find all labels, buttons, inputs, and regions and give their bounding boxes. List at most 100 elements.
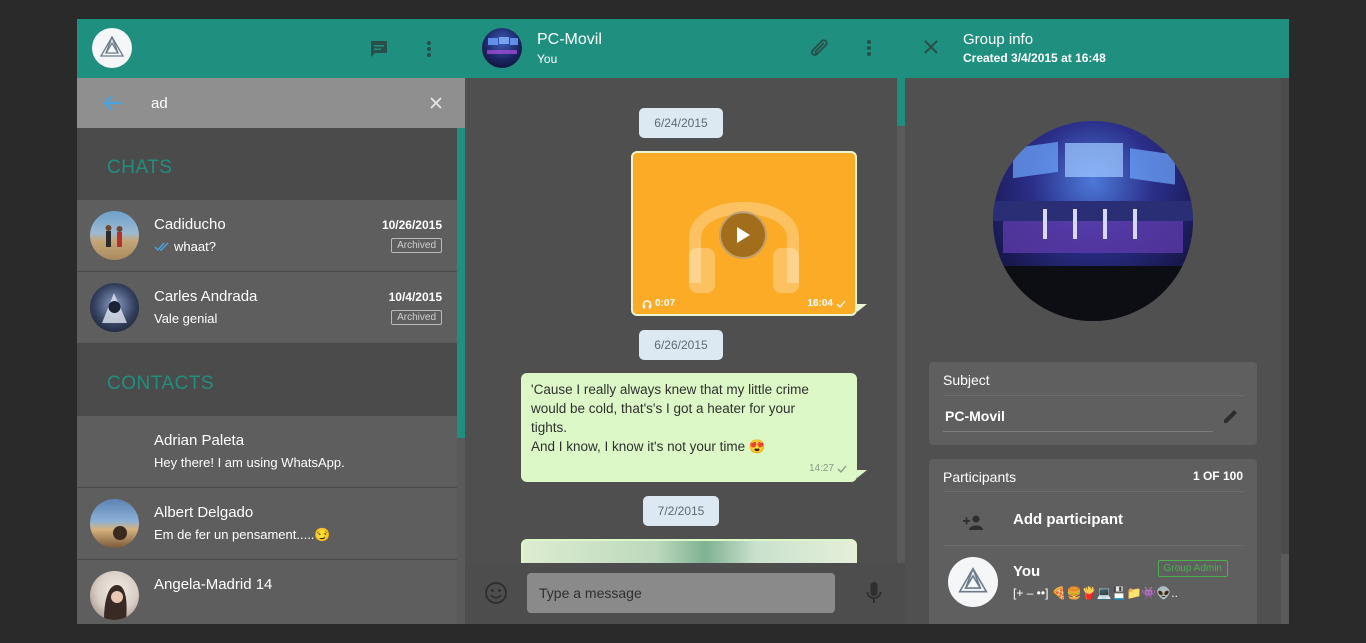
- archived-badge: Archived: [391, 238, 442, 253]
- last-message: whaat?: [174, 239, 216, 254]
- triangle-logo-icon: [958, 567, 988, 593]
- microphone-icon[interactable]: [860, 579, 888, 607]
- message-list[interactable]: 6/24/2015 0:07 16:04 6/26/2015 'Cause I …: [465, 78, 897, 563]
- play-icon: [737, 227, 750, 243]
- participant-avatar: [948, 557, 998, 607]
- paperclip-icon[interactable]: [805, 34, 833, 62]
- message-line: And I know, I know it's not your time 😍: [531, 439, 766, 454]
- contact-avatar: [90, 211, 139, 260]
- chat-row[interactable]: Carles Andrada 10/4/2015 Vale genial Arc…: [77, 272, 457, 344]
- contact-row[interactable]: Angela-Madrid 14: [77, 560, 457, 624]
- search-input[interactable]: [151, 90, 411, 116]
- menu-icon[interactable]: [855, 34, 883, 62]
- contact-name: Cadiducho: [154, 216, 226, 233]
- triangle-logo-icon: [99, 35, 125, 57]
- text-message[interactable]: 'Cause I really always knew that my litt…: [521, 373, 857, 482]
- conversation-subtitle: You: [537, 52, 558, 66]
- contact-name: Adrian Paleta: [154, 432, 245, 449]
- scrollbar-thumb[interactable]: [457, 128, 465, 438]
- participants-count: 1 OF 100: [1192, 469, 1243, 483]
- date-divider: 7/2/2015: [643, 496, 719, 526]
- check-icon: [837, 465, 847, 473]
- double-check-icon: [154, 242, 169, 251]
- audio-duration-row: 0:07: [642, 298, 675, 309]
- my-profile-avatar[interactable]: [92, 28, 132, 68]
- archived-badge: Archived: [391, 310, 442, 325]
- contact-status: Hey there! I am using WhatsApp.: [154, 455, 345, 470]
- bubble-tail: [857, 304, 867, 312]
- contact-name: Angela-Madrid 14: [154, 576, 273, 593]
- scrollbar-thumb[interactable]: [897, 78, 905, 126]
- emoji-icon[interactable]: [482, 579, 510, 607]
- group-avatar[interactable]: [482, 28, 522, 68]
- audio-duration: 0:07: [655, 298, 676, 309]
- chat-list-panel: CHATS Cadiducho 10/26/2015 whaat? Archiv…: [77, 19, 465, 624]
- last-message-row: whaat?: [154, 239, 216, 254]
- close-icon[interactable]: [917, 33, 945, 61]
- panel-title: Group info: [963, 31, 1034, 48]
- contact-avatar: [90, 571, 139, 620]
- chat-list-scrollbar[interactable]: [457, 128, 465, 624]
- menu-icon[interactable]: [415, 35, 443, 63]
- search-bar: [77, 78, 465, 128]
- contact-avatar: [90, 499, 139, 548]
- message-line: 'Cause I really always knew that my litt…: [531, 382, 809, 397]
- contact-status: Em de fer un pensament.....😏: [154, 527, 331, 542]
- divider: [943, 395, 1243, 396]
- conversation-title: PC-Movil: [537, 31, 602, 48]
- date-divider: 6/26/2015: [639, 330, 723, 360]
- message-composer: [465, 563, 905, 624]
- contact-row[interactable]: Albert Delgado Em de fer un pensament...…: [77, 488, 457, 560]
- play-button[interactable]: [719, 211, 767, 259]
- message-time: 14:27: [808, 463, 834, 474]
- info-scrollbar[interactable]: [1281, 78, 1289, 624]
- participant-status: [+ – ••] 🍕🍔🍟💻💾📁👾👽..: [1013, 586, 1178, 600]
- add-person-icon: [959, 508, 987, 536]
- group-info-header: Group info Created 3/4/2015 at 16:48: [905, 19, 1289, 78]
- audio-message[interactable]: 0:07 16:04: [631, 151, 857, 316]
- add-participant-button[interactable]: Add participant: [929, 495, 1257, 545]
- contact-row[interactable]: Adrian Paleta Hey there! I am using What…: [77, 416, 457, 488]
- bubble-tail: [857, 470, 867, 478]
- subject-card: Subject PC-Movil: [929, 362, 1257, 445]
- headphones-icon: [642, 299, 652, 308]
- image-message[interactable]: [521, 539, 857, 563]
- add-participant-label: Add participant: [1013, 511, 1124, 528]
- message-list-scrollbar[interactable]: [897, 78, 905, 563]
- divider: [943, 491, 1243, 492]
- contact-name: Albert Delgado: [154, 504, 254, 521]
- message-line: would be cold, that's's I got a heater f…: [531, 401, 796, 416]
- chat-date: 10/4/2015: [388, 290, 442, 304]
- group-photo[interactable]: [993, 121, 1193, 321]
- participant-row[interactable]: You Group Admin [+ – ••] 🍕🍔🍟💻💾📁👾👽..: [929, 547, 1257, 621]
- chat-list[interactable]: CHATS Cadiducho 10/26/2015 whaat? Archiv…: [77, 128, 457, 624]
- scrollbar-thumb[interactable]: [1281, 78, 1289, 554]
- audio-time-row: 16:04: [807, 298, 846, 309]
- chat-row[interactable]: Cadiducho 10/26/2015 whaat? Archived: [77, 200, 457, 272]
- subject-label: Subject: [943, 372, 990, 388]
- contact-name: Carles Andrada: [154, 288, 258, 305]
- contact-avatar: [90, 283, 139, 332]
- close-icon[interactable]: [422, 89, 450, 117]
- whatsapp-web-app: CHATS Cadiducho 10/26/2015 whaat? Archiv…: [77, 19, 1289, 624]
- participants-card: Participants 1 OF 100 Add participant Yo…: [929, 459, 1257, 624]
- message-line: tights.: [531, 420, 568, 435]
- text-time-row: 14:27: [809, 459, 847, 478]
- section-title-contacts: CONTACTS: [77, 344, 457, 416]
- conversation-panel: PC-Movil You 6/24/2015 0:07 16:04 6/26/2…: [465, 19, 905, 624]
- divider: [943, 545, 1243, 546]
- group-admin-badge: Group Admin: [1157, 560, 1228, 577]
- pencil-icon[interactable]: [1217, 402, 1245, 430]
- section-title-chats: CHATS: [77, 128, 457, 200]
- message-time: 16:04: [807, 298, 833, 309]
- message-input[interactable]: [527, 573, 835, 613]
- left-header: [77, 19, 465, 78]
- last-message: Vale genial: [154, 311, 218, 326]
- arrow-left-icon[interactable]: [99, 89, 127, 117]
- group-created-date: Created 3/4/2015 at 16:48: [963, 51, 1106, 65]
- last-message-row: Vale genial: [154, 311, 217, 326]
- divider: [943, 431, 1213, 432]
- subject-value: PC-Movil: [945, 408, 1005, 424]
- new-chat-icon[interactable]: [365, 35, 393, 63]
- conversation-header[interactable]: PC-Movil You: [465, 19, 905, 78]
